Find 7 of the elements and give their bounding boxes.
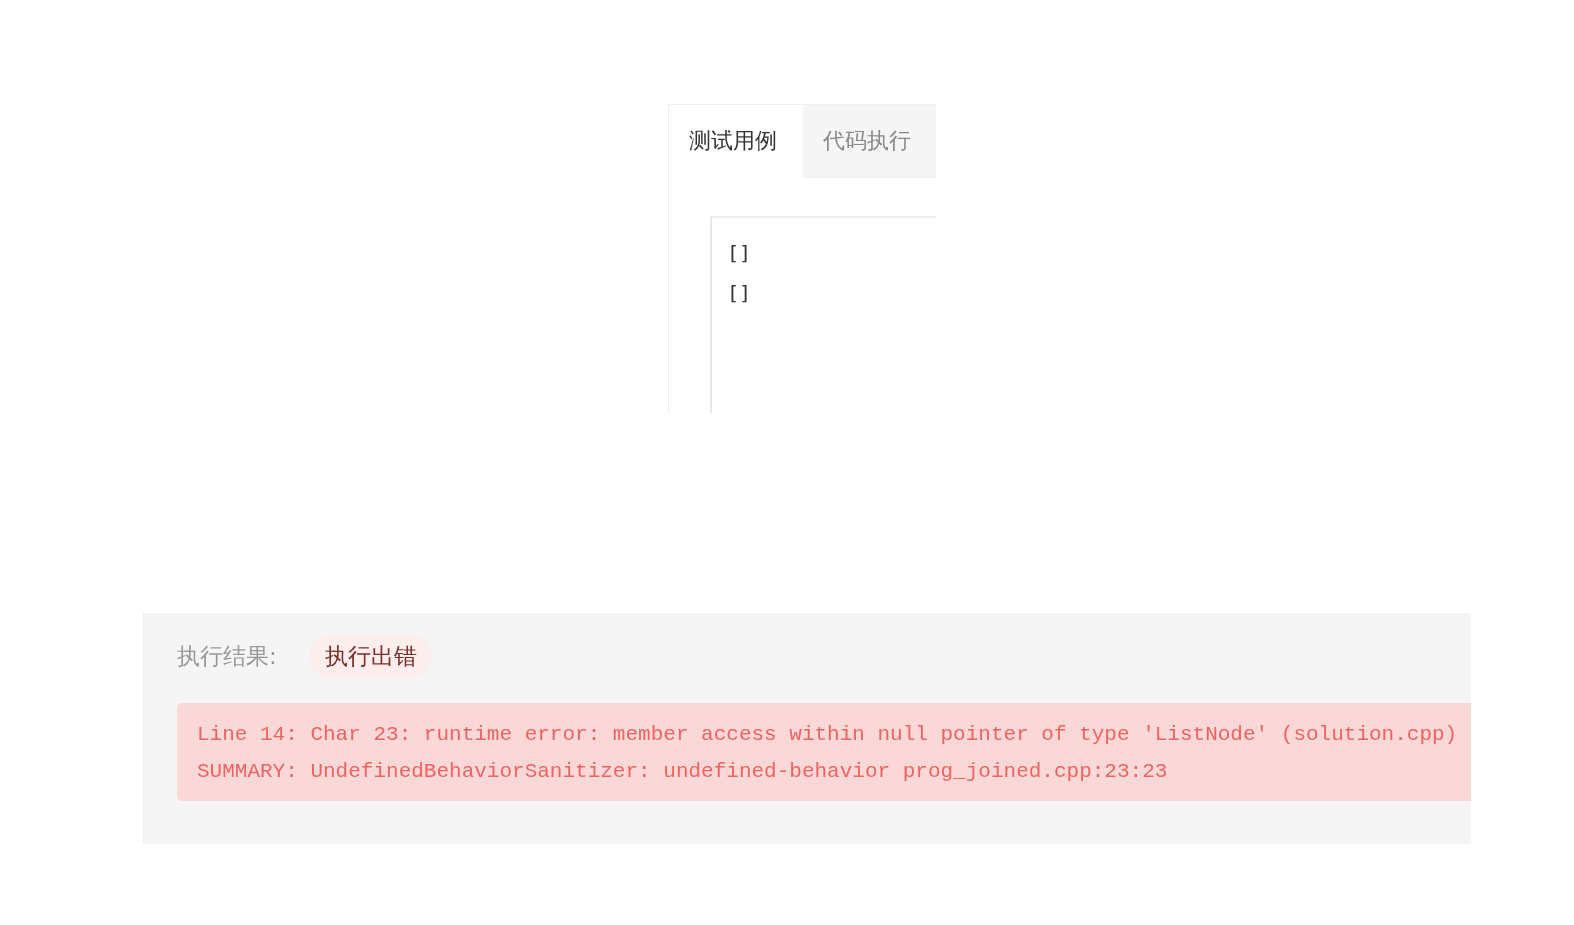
testcase-editor[interactable]: [] [] <box>710 216 936 413</box>
result-label: 执行结果: <box>177 641 277 671</box>
error-line: Line 14: Char 23: runtime error: member access within null pointer of type 'ListNode' (solution.cpp) <box>197 722 1459 748</box>
status-badge: 执行出错 <box>308 634 433 678</box>
code-line: [] <box>727 240 753 266</box>
error-line: SUMMARY: UndefinedBehaviorSanitizer: undefined-behavior prog_joined.cpp:23:23 <box>197 759 1169 785</box>
code-line: [] <box>727 280 753 306</box>
